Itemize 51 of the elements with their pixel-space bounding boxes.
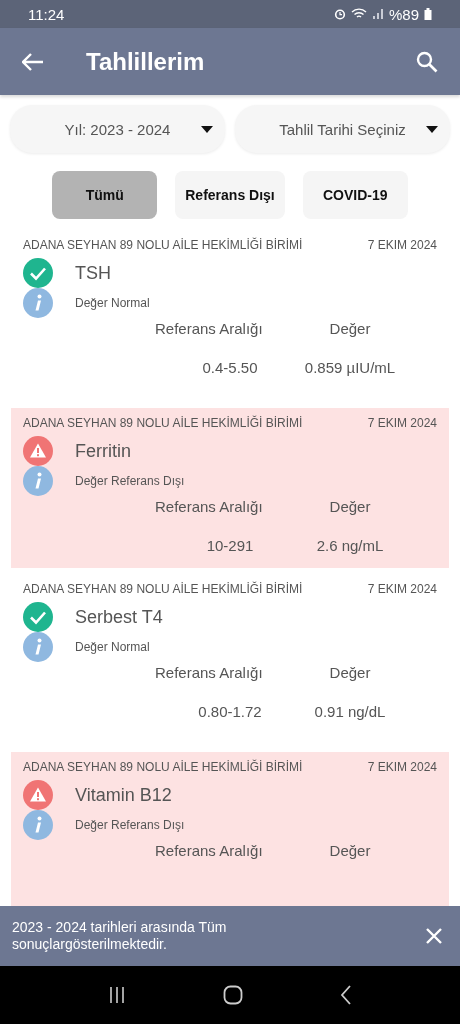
filter-chip[interactable]: Referans Dışı xyxy=(175,171,285,219)
test-name: Ferritin xyxy=(75,440,131,462)
column-label: Referans Aralığı xyxy=(155,842,263,859)
battery-text: %89 xyxy=(388,5,419,23)
back-arrow-icon[interactable] xyxy=(22,52,44,71)
status-text: Değer Normal xyxy=(75,640,150,654)
search-icon[interactable] xyxy=(416,50,438,73)
close-icon[interactable] xyxy=(426,928,442,944)
reference-range: 10-291 xyxy=(206,537,254,554)
test-name: Serbest T4 xyxy=(75,606,163,628)
result-value: 2.6 ng/mL xyxy=(316,537,384,554)
filter-chip[interactable]: Tümü xyxy=(52,171,158,219)
column-label: Referans Aralığı xyxy=(155,498,263,515)
column-label: Değer xyxy=(329,842,371,859)
column-label: Referans Aralığı xyxy=(155,320,263,337)
column-label: Değer xyxy=(329,664,371,681)
test-name: Vitamin B12 xyxy=(75,784,172,806)
status-text: Değer Normal xyxy=(75,296,150,310)
status-text: Değer Referans Dışı xyxy=(75,818,185,832)
result-value: 0.859 µIU/mL xyxy=(304,359,396,376)
facility-name: ADANA SEYHAN 89 NOLU AİLE HEKİMLİĞİ BİRİMİ xyxy=(23,582,303,596)
battery-icon xyxy=(424,8,432,20)
result-date: 7 EKIM 2024 xyxy=(367,760,437,774)
result-value: 0.91 ng/dL xyxy=(314,703,386,720)
caret-icon xyxy=(201,125,213,133)
home-icon[interactable] xyxy=(223,985,243,1005)
test-name: TSH xyxy=(75,262,111,284)
dropdown[interactable]: Tahlil Tarihi Seçiniz xyxy=(235,105,450,153)
facility-name: ADANA SEYHAN 89 NOLU AİLE HEKİMLİĞİ BİRİMİ xyxy=(23,416,303,430)
result-date: 7 EKIM 2024 xyxy=(367,238,437,252)
dropdown[interactable]: Yıl: 2023 - 2024 xyxy=(10,105,225,153)
result-date: 7 EKIM 2024 xyxy=(367,582,437,596)
column-label: Değer xyxy=(329,498,371,515)
reference-range: 0.80-1.72 xyxy=(198,703,262,720)
snackbar-message: 2023 - 2024 tarihleri arasında Tüm sonuçlargösterilmektedir. xyxy=(12,919,228,953)
caret-icon xyxy=(426,125,438,133)
wifi-icon xyxy=(350,8,367,20)
column-label: Değer xyxy=(329,320,371,337)
result-date: 7 EKIM 2024 xyxy=(367,416,437,430)
status-time: 11:24 xyxy=(28,5,65,23)
back-icon[interactable] xyxy=(339,985,352,1005)
column-label: Referans Aralığı xyxy=(155,664,263,681)
status-text: Değer Referans Dışı xyxy=(75,474,185,488)
facility-name: ADANA SEYHAN 89 NOLU AİLE HEKİMLİĞİ BİRİMİ xyxy=(23,238,303,252)
page-title: Tahlillerim xyxy=(86,47,206,76)
facility-name: ADANA SEYHAN 89 NOLU AİLE HEKİMLİĞİ BİRİMİ xyxy=(23,760,303,774)
signal-icon xyxy=(371,8,384,20)
alarm-icon xyxy=(333,8,346,20)
filter-chip[interactable]: COVID-19 xyxy=(302,171,408,219)
recent-apps-icon[interactable] xyxy=(108,986,127,1004)
reference-range: 0.4-5.50 xyxy=(202,359,258,376)
